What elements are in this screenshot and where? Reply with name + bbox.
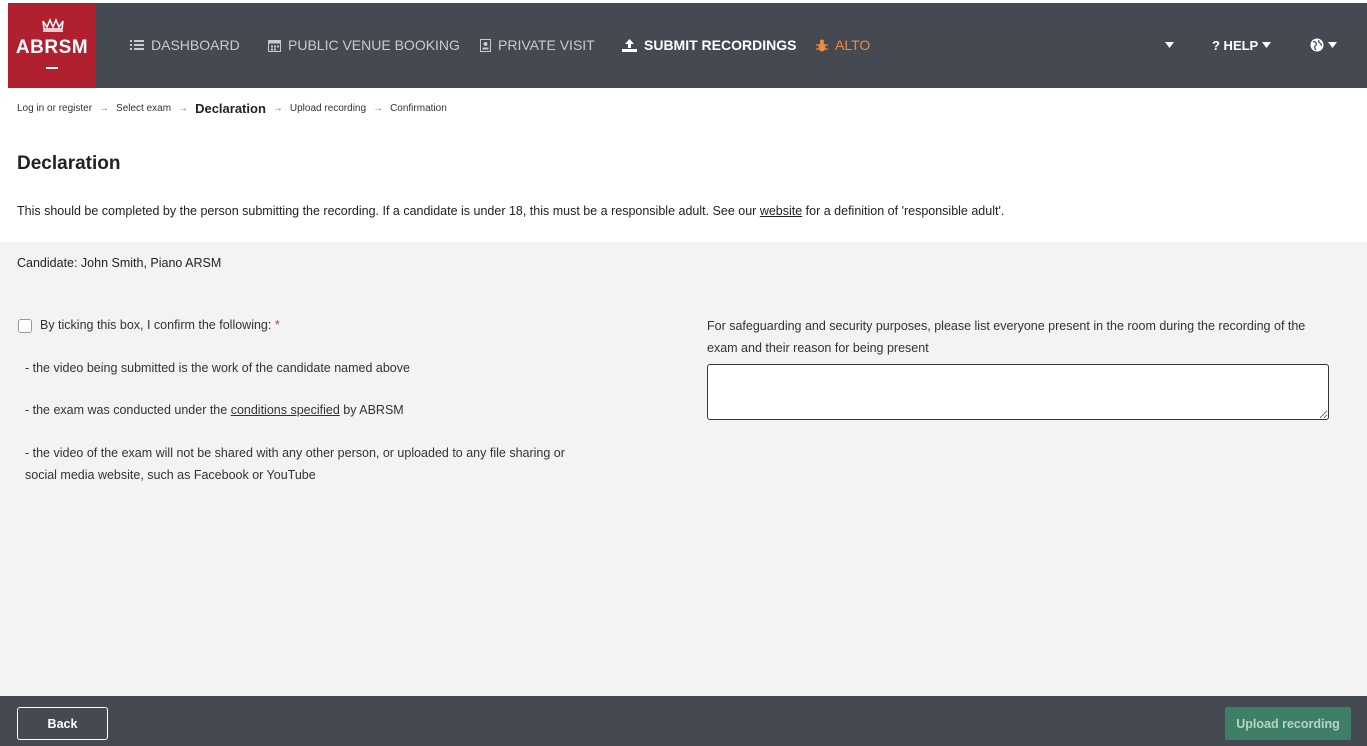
caret-down-icon [1165,42,1174,48]
intro-text-start: This should be completed by the person s… [17,204,760,218]
breadcrumb-declaration: Declaration [195,100,266,116]
arrow-right-icon: → [99,102,110,114]
declaration-bullet-1: - the video being submitted is the work … [25,361,410,375]
arrow-right-icon: → [178,102,189,114]
nav-submit-recordings-label: SUBMIT RECORDINGS [644,37,797,53]
back-button[interactable]: Back [17,707,108,740]
arrow-right-icon: → [272,102,283,114]
bug-icon [816,39,828,51]
help-label: ? HELP [1212,37,1259,53]
caret-down-icon [1262,42,1272,48]
crown-icon [42,18,64,32]
intro-text-end: for a definition of 'responsible adult'. [802,204,1005,218]
nav-dashboard[interactable]: DASHBOARD [130,36,240,54]
list-icon [130,40,144,50]
bullet-2-start: - the exam was conducted under the [25,403,231,417]
globe-icon [1310,38,1324,52]
breadcrumb: Log in or register → Select exam → Decla… [17,100,447,116]
nav-public-venue-booking-label: PUBLIC VENUE BOOKING [288,37,460,53]
candidate-info: Candidate: John Smith, Piano ARSM [17,256,222,270]
nav-alto[interactable]: ALTO [816,36,870,54]
abrsm-logo[interactable]: ABRSM [8,3,96,88]
caret-down-icon [1328,42,1337,48]
nav-private-visit[interactable]: PRIVATE VISIT [480,36,595,54]
arrow-right-icon: → [373,102,384,114]
breadcrumb-upload-recording: Upload recording [289,102,367,114]
declaration-bullet-2: - the exam was conducted under the condi… [25,399,404,421]
confirm-label-text: By ticking this box, I confirm the follo… [40,318,275,332]
bullet-3-line-1: - the video of the exam will not be shar… [25,446,565,460]
nav-private-visit-label: PRIVATE VISIT [498,37,595,53]
upload-recording-button[interactable]: Upload recording [1225,707,1351,740]
declaration-bullet-3: - the video of the exam will not be shar… [25,442,565,486]
language-menu[interactable] [1310,36,1337,54]
upload-icon [622,38,637,52]
calendar-icon [268,39,281,52]
page-title: Declaration [17,153,121,174]
breadcrumb-login[interactable]: Log in or register [17,103,92,114]
safeguarding-textarea[interactable] [707,364,1329,420]
nav-public-venue-booking[interactable]: PUBLIC VENUE BOOKING [268,36,460,54]
nav-dashboard-label: DASHBOARD [151,37,240,53]
website-link[interactable]: website [760,204,802,218]
required-mark: * [274,318,280,332]
confirm-checkbox[interactable] [18,319,32,333]
breadcrumb-confirmation: Confirmation [390,102,447,114]
bullet-2-end: by ABRSM [339,403,404,417]
safeguarding-label: For safeguarding and security purposes, … [707,319,1306,355]
user-dropdown-toggle[interactable] [1165,36,1174,54]
nav-submit-recordings[interactable]: SUBMIT RECORDINGS [622,36,796,54]
breadcrumb-select-exam[interactable]: Select exam [116,103,171,114]
logo-underline [46,67,58,69]
intro-text: This should be completed by the person s… [17,204,1004,218]
bullet-3-line-2: social media website, such as Facebook o… [25,468,316,482]
conditions-specified-link[interactable]: conditions specified [231,403,340,417]
help-menu[interactable]: ? HELP [1212,36,1272,54]
logo-text: ABRSM [15,37,89,58]
footer-bar [0,696,1367,746]
badge-icon [480,38,491,52]
nav-alto-label: ALTO [835,37,871,53]
confirm-label: By ticking this box, I confirm the follo… [40,318,280,332]
